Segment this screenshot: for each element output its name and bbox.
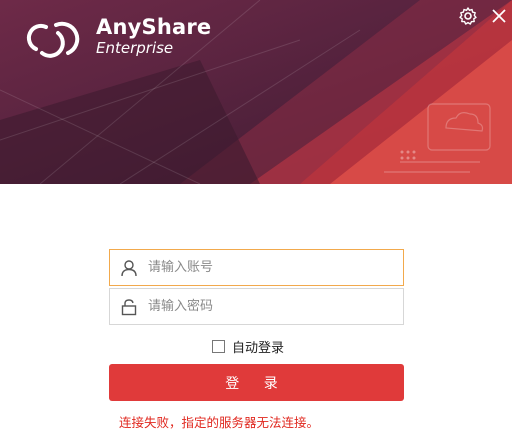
auto-login-label: 自动登录 bbox=[232, 341, 285, 356]
header-banner: AnyShare Enterprise bbox=[0, 0, 512, 184]
brand-subtitle: Enterprise bbox=[96, 38, 174, 57]
brand-logo: AnyShare Enterprise bbox=[14, 13, 211, 59]
user-icon bbox=[121, 260, 137, 277]
close-icon[interactable] bbox=[489, 6, 509, 26]
username-input[interactable] bbox=[148, 250, 398, 285]
auto-login[interactable]: 自动登录 bbox=[212, 337, 284, 356]
password-field[interactable] bbox=[109, 288, 404, 325]
password-input[interactable] bbox=[148, 289, 398, 324]
error-message: 连接失败，指定的服务器无法连接。 bbox=[119, 415, 320, 430]
gear-icon[interactable] bbox=[458, 6, 478, 26]
login-button[interactable]: 登 录 bbox=[109, 364, 404, 401]
anyshare-logo-icon bbox=[26, 21, 80, 58]
lock-icon bbox=[121, 299, 137, 316]
auto-login-checkbox[interactable] bbox=[212, 340, 225, 353]
brand-title: AnyShare bbox=[96, 14, 212, 39]
username-field[interactable] bbox=[109, 249, 404, 286]
